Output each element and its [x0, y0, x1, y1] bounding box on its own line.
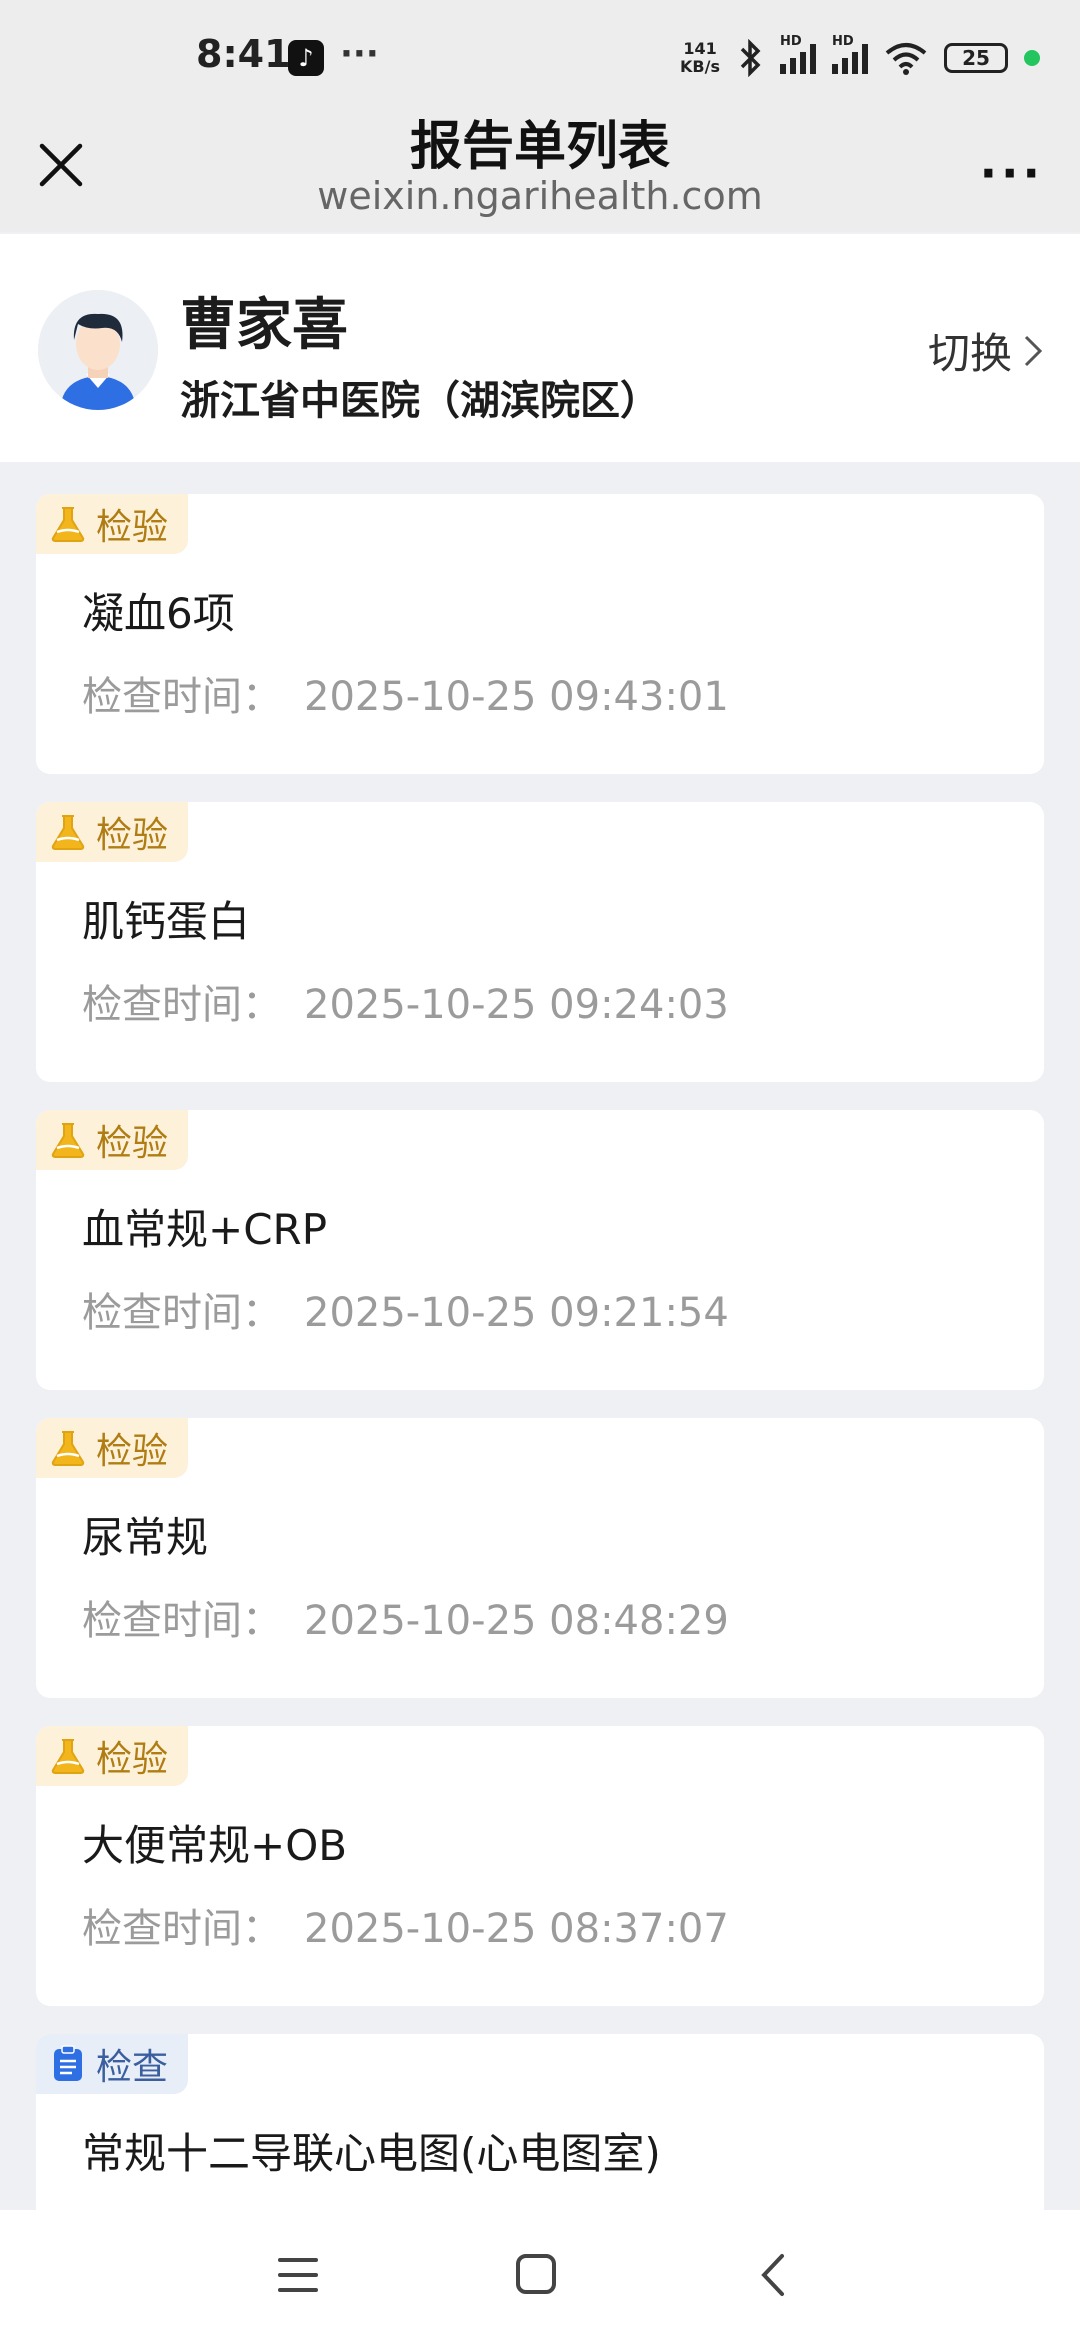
chevron-right-icon — [1024, 335, 1043, 366]
report-time-label: 检查时间： — [82, 674, 282, 720]
system-nav-bar — [0, 2210, 1080, 2340]
charging-dot-icon — [1024, 50, 1040, 66]
report-time-label: 检查时间： — [82, 1906, 282, 1952]
report-type-tag: 检验 — [36, 494, 188, 554]
flask-icon — [51, 815, 85, 850]
report-card[interactable]: 检验 凝血6项 检查时间： 2025-10-25 09:43:01 — [36, 494, 1044, 774]
report-time: 检查时间： 2025-10-25 09:21:54 — [82, 1280, 751, 1338]
report-name: 大便常规+OB — [82, 1821, 348, 1870]
report-time: 检查时间： 2025-10-25 09:24:03 — [82, 972, 751, 1030]
avatar-icon — [38, 290, 158, 410]
report-time-value: 2025-10-25 09:21:54 — [304, 1290, 729, 1336]
tiktok-icon: ♪ — [288, 40, 324, 76]
report-type-tag: 检验 — [36, 1110, 188, 1170]
report-time: 检查时间： 2025-10-25 08:37:07 — [82, 1896, 751, 1954]
report-type-label: 检验 — [96, 815, 169, 856]
report-time-value: 2025-10-25 08:37:07 — [304, 1906, 729, 1952]
report-name: 常规十二导联心电图(心电图室) — [82, 2129, 661, 2178]
report-type-tag: 检验 — [36, 1726, 188, 1786]
report-time: 检查时间： 2025-10-25 08:48:29 — [82, 1588, 751, 1646]
patient-header: 曹家喜 浙江省中医院（湖滨院区） 切换 — [0, 234, 1080, 462]
flask-icon — [51, 1739, 85, 1774]
report-card[interactable]: 检验 血常规+CRP 检查时间： 2025-10-25 09:21:54 — [36, 1110, 1044, 1390]
report-time-value: 2025-10-25 09:43:01 — [304, 674, 729, 720]
report-card[interactable]: 检验 肌钙蛋白 检查时间： 2025-10-25 09:24:03 — [36, 802, 1044, 1082]
report-type-label: 检验 — [96, 1431, 169, 1472]
hospital-name: 浙江省中医院（湖滨院区） — [180, 378, 660, 424]
report-type-label: 检验 — [96, 1123, 169, 1164]
report-time: 检查时间： 2025-10-25 09:43:01 — [82, 664, 751, 722]
report-time-value: 2025-10-25 09:24:03 — [304, 982, 729, 1028]
report-type-label: 检验 — [96, 1739, 169, 1780]
status-time: 8:41 — [196, 32, 291, 76]
back-icon[interactable] — [744, 2250, 804, 2300]
more-options-button[interactable]: ··· — [980, 146, 1044, 200]
status-icons: 141 KB/s HD HD 25 — [680, 34, 1040, 78]
flask-icon — [51, 1123, 85, 1158]
switch-label: 切换 — [927, 329, 1012, 378]
more-notifications-icon: ··· — [340, 34, 379, 74]
report-type-label: 检查 — [96, 2047, 169, 2088]
battery-icon: 25 — [944, 43, 1008, 73]
report-card[interactable]: 检验 尿常规 检查时间： 2025-10-25 08:48:29 — [36, 1418, 1044, 1698]
signal-icon: HD — [832, 34, 868, 74]
bluetooth-icon — [740, 39, 761, 77]
title-bar: 报告单列表 weixin.ngarihealth.com ··· — [0, 100, 1080, 232]
patient-name: 曹家喜 — [180, 293, 348, 358]
report-name: 凝血6项 — [82, 589, 235, 638]
report-type-label: 检验 — [96, 507, 169, 548]
flask-icon — [51, 507, 85, 542]
report-name: 肌钙蛋白 — [82, 897, 251, 946]
flask-icon — [51, 1431, 85, 1466]
report-card[interactable]: 检验 大便常规+OB 检查时间： 2025-10-25 08:37:07 — [36, 1726, 1044, 2006]
report-type-tag: 检查 — [36, 2034, 188, 2094]
report-name: 尿常规 — [82, 1513, 209, 1562]
page-title: 报告单列表 — [409, 117, 670, 177]
report-type-tag: 检验 — [36, 1418, 188, 1478]
network-speed: 141 KB/s — [680, 39, 720, 76]
page-domain: weixin.ngarihealth.com — [317, 174, 763, 218]
status-bar: 8:41 ♪ ··· 141 KB/s HD HD 25 — [0, 0, 1080, 100]
home-icon[interactable] — [506, 2250, 566, 2300]
wifi-icon — [885, 43, 927, 75]
report-time-label: 检查时间： — [82, 1598, 282, 1644]
report-time-label: 检查时间： — [82, 982, 282, 1028]
report-time-label: 检查时间： — [82, 1290, 282, 1336]
switch-patient-button[interactable]: 切换 — [928, 320, 1044, 381]
menu-icon[interactable] — [268, 2250, 328, 2300]
avatar — [38, 290, 158, 410]
report-name: 血常规+CRP — [82, 1205, 328, 1254]
report-type-tag: 检验 — [36, 802, 188, 862]
signal-icon: HD — [780, 34, 816, 74]
report-time-value: 2025-10-25 08:48:29 — [304, 1598, 729, 1644]
clipboard-icon — [54, 2045, 82, 2081]
